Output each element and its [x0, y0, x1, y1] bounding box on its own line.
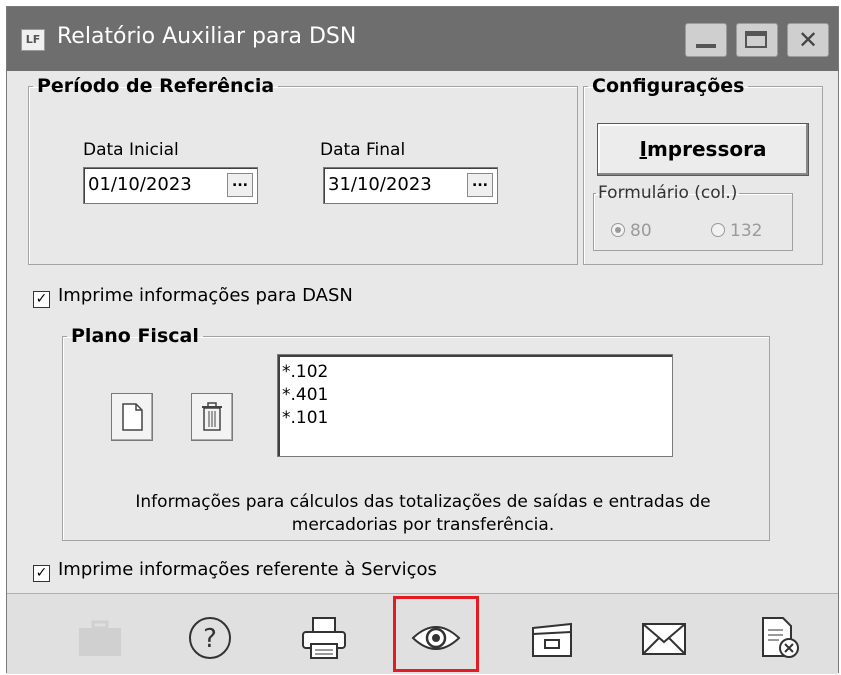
maximize-button[interactable] — [736, 23, 778, 57]
svg-text:?: ? — [203, 624, 217, 654]
plano-fiscal-legend: Plano Fiscal — [71, 325, 199, 347]
option-80-radio[interactable]: 80 — [611, 221, 652, 241]
list-item[interactable]: *.102 — [282, 361, 672, 384]
title-bar[interactable]: LF Relatório Auxiliar para DSN ✕ — [7, 7, 838, 71]
list-item[interactable]: *.101 — [282, 407, 672, 430]
trash-icon — [202, 402, 222, 431]
data-inicial-label: Data Inicial — [83, 140, 179, 160]
radio-unselected-icon — [711, 223, 725, 237]
maximize-icon — [745, 31, 767, 48]
data-final-value: 31/10/2023 — [328, 174, 432, 195]
option-132-radio[interactable]: 132 — [711, 221, 762, 241]
plano-fiscal-info: Informações para cálculos das totalizaçõ… — [71, 491, 775, 537]
plano-fiscal-list[interactable]: *.102 *.401 *.101 — [277, 354, 673, 457]
formulario-legend: Formulário (col.) — [598, 183, 738, 203]
data-final-label: Data Final — [320, 140, 406, 160]
impressora-label: Impressora — [639, 137, 767, 161]
option-132-label: 132 — [730, 221, 763, 241]
list-item[interactable]: *.401 — [282, 384, 672, 407]
dasn-checkbox[interactable]: ✓ Imprime informações para DASN — [33, 285, 353, 308]
new-document-icon — [122, 403, 143, 431]
configuracoes-legend: Configurações — [592, 75, 745, 97]
checkbox-checked-icon: ✓ — [33, 291, 50, 308]
minimize-icon — [696, 44, 716, 48]
data-inicial-value: 01/10/2023 — [88, 174, 192, 195]
window-title: Relatório Auxiliar para DSN — [57, 24, 357, 49]
app-icon: LF — [21, 29, 45, 51]
radio-selected-icon — [611, 223, 625, 237]
bottom-toolbar: ? — [7, 593, 838, 674]
close-button[interactable]: ✕ — [787, 23, 829, 57]
data-inicial-picker-button[interactable]: ... — [227, 173, 253, 197]
servicos-label: Imprime informações referente à Serviços — [58, 559, 437, 580]
new-entry-button[interactable] — [111, 393, 153, 441]
info-line-1: Informações para cálculos das totalizaçõ… — [135, 492, 711, 512]
periodo-legend: Período de Referência — [37, 75, 275, 97]
checkbox-checked-icon: ✓ — [33, 565, 50, 582]
close-document-icon[interactable] — [751, 614, 805, 662]
delete-entry-button[interactable] — [191, 393, 233, 441]
info-line-2: mercadorias por transferência. — [291, 515, 555, 535]
email-icon[interactable] — [637, 614, 691, 662]
servicos-checkbox[interactable]: ✓ Imprime informações referente à Serviço… — [33, 559, 437, 582]
impressora-button[interactable]: Impressora — [597, 123, 809, 176]
briefcase-icon — [73, 614, 127, 662]
preview-highlight — [393, 596, 479, 672]
help-icon[interactable]: ? — [183, 614, 237, 662]
dasn-label: Imprime informações para DASN — [58, 285, 353, 306]
data-inicial-input[interactable]: 01/10/2023 ... — [83, 167, 258, 204]
dialog-window: LF Relatório Auxiliar para DSN ✕ Período… — [6, 6, 839, 674]
printer-icon[interactable] — [297, 614, 351, 662]
data-final-input[interactable]: 31/10/2023 ... — [323, 167, 498, 204]
data-final-picker-button[interactable]: ... — [467, 173, 493, 197]
archive-icon[interactable] — [525, 614, 579, 662]
minimize-button[interactable] — [685, 23, 727, 57]
option-80-label: 80 — [630, 221, 652, 241]
close-icon: ✕ — [797, 26, 819, 54]
